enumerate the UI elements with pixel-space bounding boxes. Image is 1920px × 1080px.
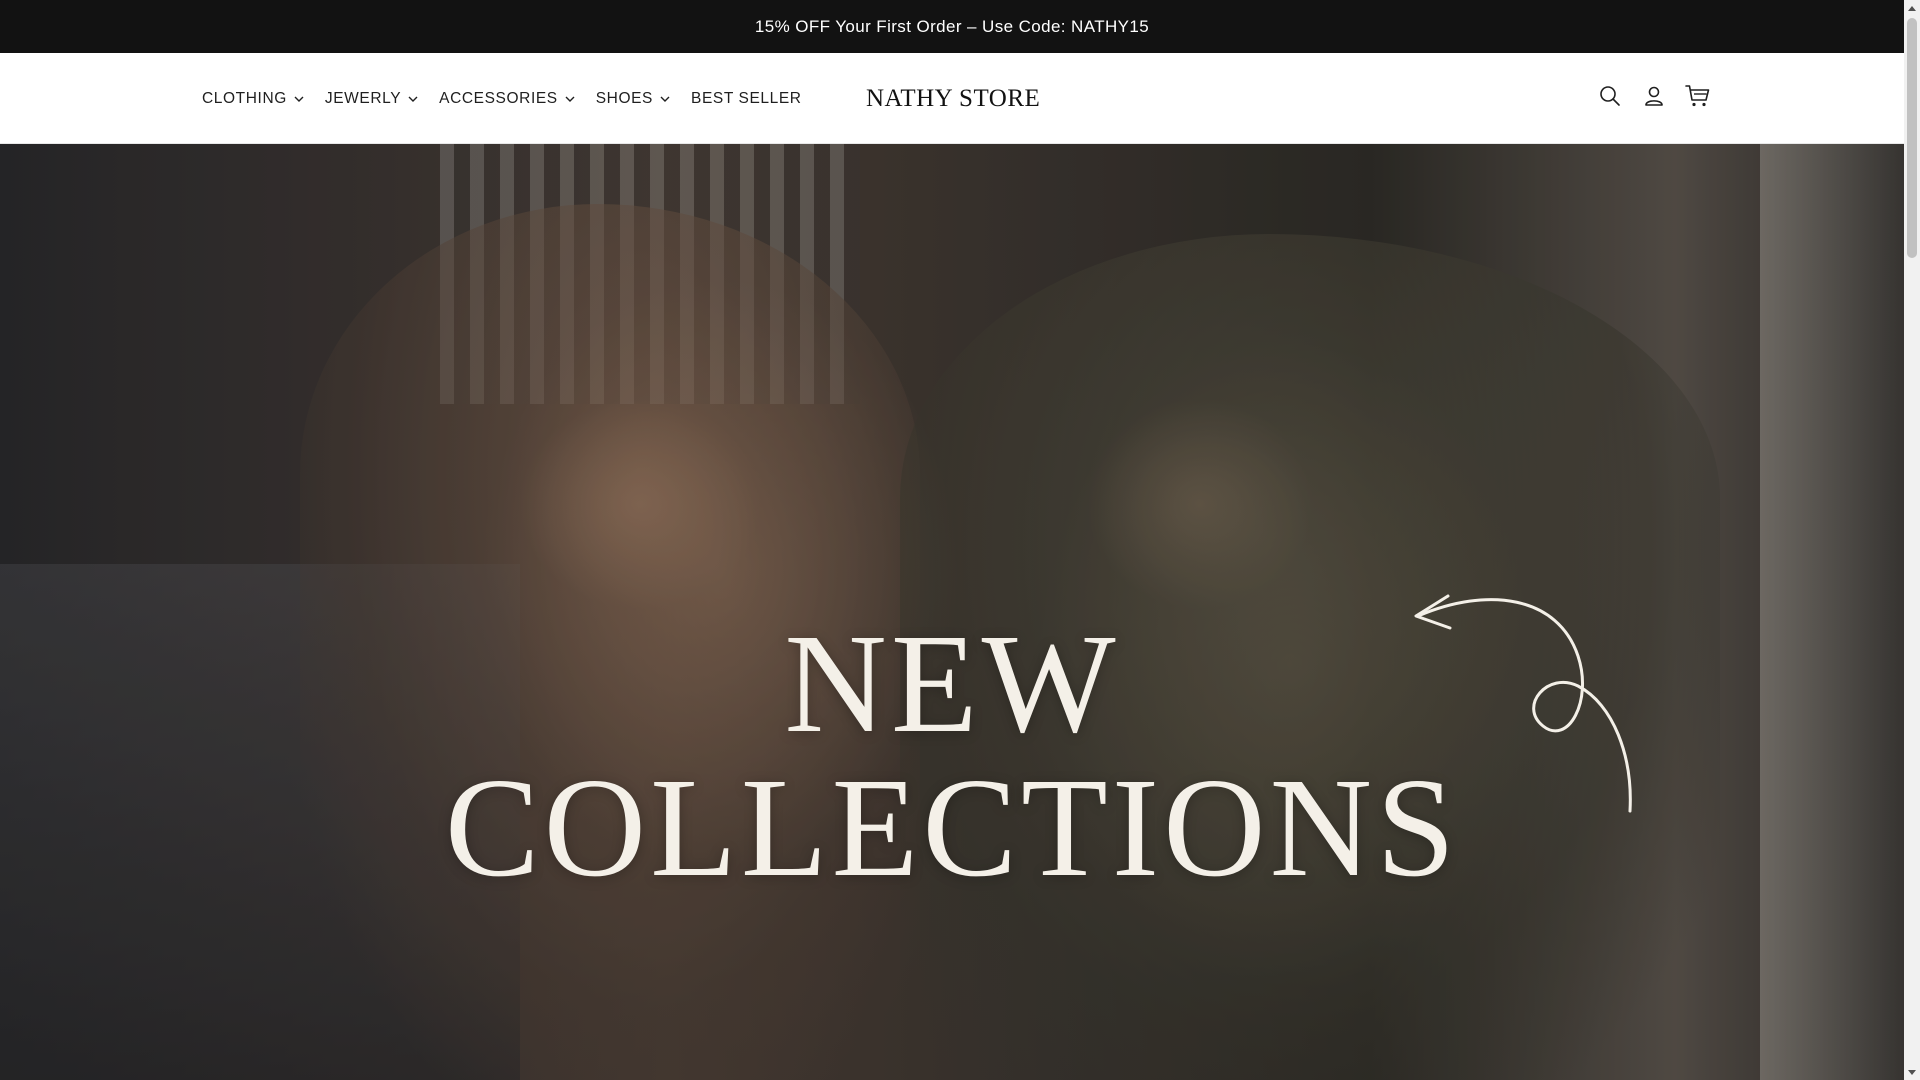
site-header: CLOTHING JEWERLY ACCESSORIES SHOES BEST …	[0, 53, 1904, 144]
cart-icon	[1685, 84, 1711, 113]
cart-button[interactable]	[1676, 77, 1720, 121]
store-logo[interactable]: NATHY STORE	[866, 53, 1040, 144]
announcement-bar: 15% OFF Your First Order – Use Code: NAT…	[0, 0, 1904, 53]
curved-arrow-icon	[1414, 594, 1632, 813]
account-icon	[1643, 85, 1665, 112]
nav-item-shoes[interactable]: SHOES	[596, 90, 670, 108]
nav-item-label: JEWERLY	[324, 89, 402, 107]
nav-item-label: ACCESSORIES	[439, 89, 558, 107]
scrollbar-thumb[interactable]	[1907, 18, 1917, 258]
announcement-text: 15% OFF Your First Order – Use Code: NAT…	[754, 16, 1150, 36]
hero-banner[interactable]: NEW COLLECTIONS	[0, 144, 1904, 1080]
search-icon	[1599, 85, 1621, 112]
account-button[interactable]	[1632, 77, 1676, 121]
scroll-up-arrow[interactable]	[1904, 0, 1920, 16]
chevron-down-icon	[294, 96, 304, 102]
scroll-down-arrow[interactable]	[1904, 1064, 1920, 1080]
nav-item-accessories[interactable]: ACCESSORIES	[439, 90, 575, 108]
nav-item-label: BEST SELLER	[691, 89, 802, 107]
page: 15% OFF Your First Order – Use Code: NAT…	[0, 0, 1920, 1080]
chevron-down-icon	[660, 96, 670, 102]
main-nav: CLOTHING JEWERLY ACCESSORIES SHOES BEST …	[202, 53, 823, 144]
nav-item-best-seller[interactable]: BEST SELLER	[691, 90, 802, 108]
nav-item-clothing[interactable]: CLOTHING	[202, 90, 304, 108]
page-scrollbar[interactable]	[1904, 0, 1920, 1080]
chevron-down-icon	[565, 96, 575, 102]
chevron-down-icon	[408, 96, 418, 102]
nav-item-label: SHOES	[595, 89, 653, 107]
nav-item-label: CLOTHING	[202, 89, 287, 107]
header-icons	[1588, 53, 1720, 144]
nav-item-jewerly[interactable]: JEWERLY	[325, 90, 418, 108]
search-button[interactable]	[1588, 77, 1632, 121]
